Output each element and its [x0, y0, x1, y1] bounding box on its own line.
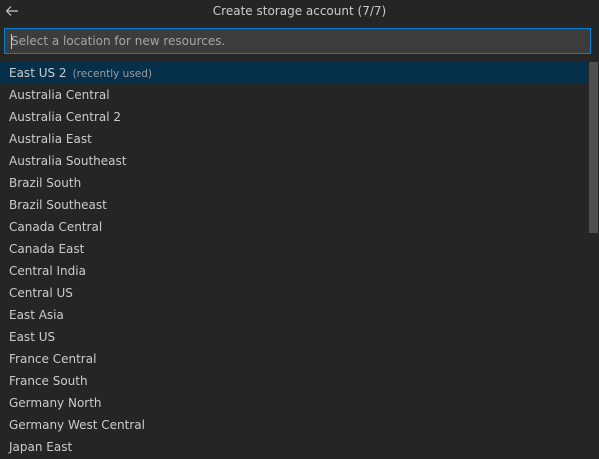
location-label: Germany North [9, 396, 102, 410]
location-list-item[interactable]: East Asia [0, 304, 588, 326]
location-input-box[interactable] [4, 28, 591, 54]
location-label: Central India [9, 264, 86, 278]
location-list-item[interactable]: Germany North [0, 392, 588, 414]
location-list-item[interactable]: France Central [0, 348, 588, 370]
location-list-item[interactable]: East US 2 (recently used) [0, 62, 588, 84]
location-label: Australia Central 2 [9, 110, 122, 124]
location-label: Australia Southeast [9, 154, 127, 168]
text-caret [11, 34, 12, 49]
location-label: Brazil South [9, 176, 82, 190]
location-label: Canada East [9, 242, 85, 256]
location-label: Brazil Southeast [9, 198, 107, 212]
location-search-input[interactable] [5, 29, 590, 53]
quick-pick-titlebar: Create storage account (7/7) [0, 0, 599, 23]
location-label: France Central [9, 352, 97, 366]
location-label: Central US [9, 286, 73, 300]
location-list-item[interactable]: Brazil Southeast [0, 194, 588, 216]
location-label: Germany West Central [9, 418, 145, 432]
location-list-item[interactable]: Canada East [0, 238, 588, 260]
location-label: Australia East [9, 132, 92, 146]
location-label: Australia Central [9, 88, 110, 102]
location-label: East Asia [9, 308, 64, 322]
arrow-left-icon [6, 6, 18, 16]
location-list-item[interactable]: Central India [0, 260, 588, 282]
location-list-item[interactable]: Central US [0, 282, 588, 304]
location-list-item[interactable]: Canada Central [0, 216, 588, 238]
quick-pick-title: Create storage account (7/7) [212, 4, 387, 18]
location-list-item[interactable]: Australia Central [0, 84, 588, 106]
location-list-item[interactable]: Brazil South [0, 172, 588, 194]
location-list[interactable]: East US 2 (recently used) Australia Centra… [0, 62, 588, 459]
location-list-item[interactable]: Australia East [0, 128, 588, 150]
location-label: Canada Central [9, 220, 103, 234]
back-button[interactable] [3, 3, 21, 19]
location-label: East US 2 [9, 66, 67, 80]
scrollbar-thumb[interactable] [589, 62, 598, 233]
location-list-item[interactable]: Japan East [0, 436, 588, 458]
location-list-item[interactable]: Australia Southeast [0, 150, 588, 172]
quick-pick: Create storage account (7/7) East US 2 (r… [0, 0, 599, 459]
location-list-item[interactable]: France South [0, 370, 588, 392]
location-description: (recently used) [72, 68, 153, 80]
list-scrollbar[interactable] [588, 62, 598, 459]
location-label: East US [9, 330, 56, 344]
location-label: Japan East [9, 440, 73, 454]
location-list-item[interactable]: Australia Central 2 [0, 106, 588, 128]
location-label: France South [9, 374, 88, 388]
location-list-item[interactable]: Germany West Central [0, 414, 588, 436]
location-list-item[interactable]: East US [0, 326, 588, 348]
